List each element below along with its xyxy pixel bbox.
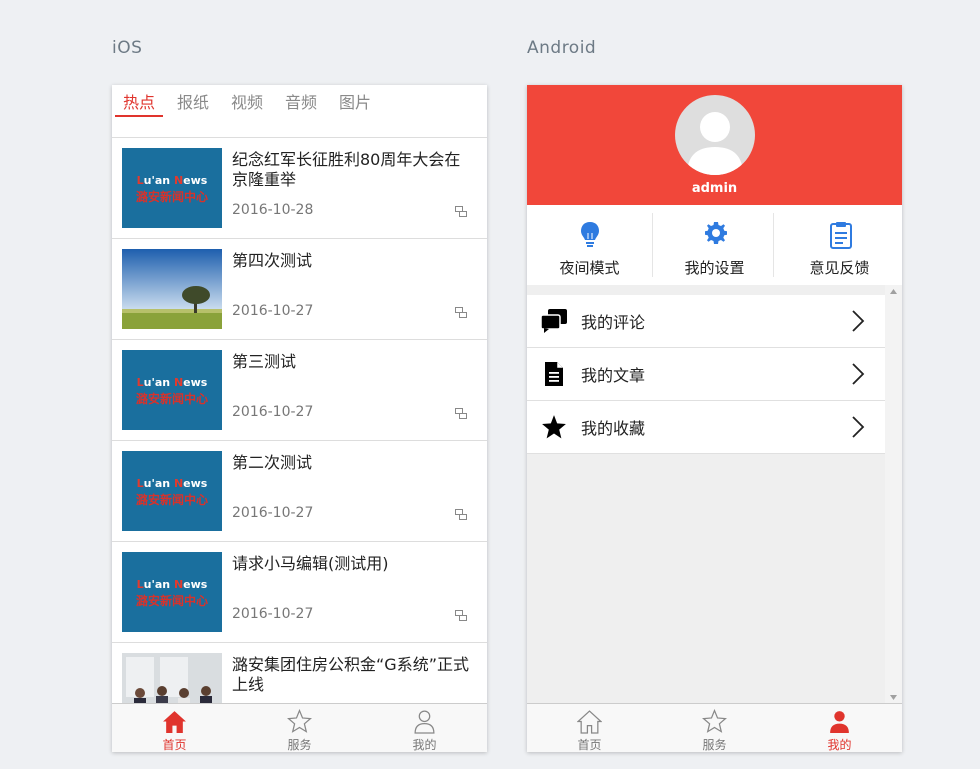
feedback-label: 意见反馈 [809,259,870,277]
divider [773,213,774,277]
ios-section-label: iOS [112,38,143,58]
bulb-icon [581,222,599,247]
news-date: 2016-10-27 [232,303,314,319]
copy-icon [455,509,467,520]
nav-mine-label: 我的 [827,738,852,752]
ios-bottom-nav: 首页 服务 我的 [112,703,487,752]
nav-mine[interactable]: 我的 [362,704,487,752]
copy-icon [455,307,467,318]
news-date: 2016-10-27 [232,505,314,521]
chevron-right-icon [852,310,865,332]
settings-label: 我的设置 [684,259,745,277]
nav-mine-label: 我的 [412,738,437,752]
news-item[interactable]: Lu'an News 潞安新闻中心 第二次测试 2016-10-27 [112,441,487,542]
home-icon [163,711,186,733]
star-icon [702,709,727,733]
android-bottom-nav: 首页 服务 我的 [527,703,902,752]
menu-item-label: 我的评论 [581,313,646,332]
person-icon [830,711,849,733]
logo-text-en: Lu'an News [136,578,208,591]
logo-text-cn: 潞安新闻中心 [135,594,208,608]
news-thumbnail: Lu'an News 潞安新闻中心 [122,350,222,430]
chevron-right-icon [852,416,865,438]
android-phone: admin 夜间模式 我的设置 意见反馈 我的评论 我的文章 我的收藏 首页 服… [527,85,902,752]
username: admin [691,181,738,196]
menu-item-comments[interactable]: 我的评论 [527,295,885,348]
nav-home[interactable]: 首页 [527,704,652,752]
logo-text-cn: 潞安新闻中心 [135,392,208,406]
news-title: 第三测试 [232,352,297,371]
tab-video[interactable]: 视频 [231,89,263,113]
copy-icon [455,206,467,217]
profile-header: admin [527,85,902,205]
scroll-up-icon[interactable] [890,289,897,294]
menu-item-articles[interactable]: 我的文章 [527,348,885,401]
logo-text-en: Lu'an News [136,376,208,389]
copy-icon [455,610,467,621]
chevron-right-icon [852,363,865,385]
settings-button[interactable]: 我的设置 [652,205,777,285]
nav-service-label: 服务 [702,738,727,752]
logo-text-cn: 潞安新闻中心 [135,190,208,204]
menu-item-label: 我的收藏 [581,419,646,438]
scroll-down-icon[interactable] [890,695,897,700]
news-thumbnail [122,249,222,329]
logo-text-en: Lu'an News [136,174,208,187]
news-date: 2016-10-28 [232,202,314,218]
news-title: 潞安集团住房公积金“G系统”正式上线 [232,655,469,694]
menu-item-label: 我的文章 [581,366,646,385]
document-icon [545,362,563,386]
news-title: 纪念红军长征胜利80周年大会在京隆重举 [232,150,461,189]
feedback-button[interactable]: 意见反馈 [777,205,902,285]
clipboard-icon [830,222,852,249]
gear-icon [705,222,727,244]
star-filled-icon [542,415,566,439]
tab-hot[interactable]: 热点 [123,89,155,113]
tab-newspaper[interactable]: 报纸 [177,89,209,113]
home-icon [577,710,602,734]
news-date: 2016-10-27 [232,404,314,420]
copy-icon [455,408,467,419]
ios-phone: 热点 报纸 视频 音频 图片 Lu'an News 潞安新闻中心 纪念红军长征胜… [112,85,487,752]
news-item[interactable]: 第四次测试 2016-10-27 [112,239,487,340]
scrollbar[interactable] [885,285,902,704]
news-title: 第二次测试 [232,453,313,472]
nav-service[interactable]: 服务 [652,704,777,752]
news-item[interactable]: Lu'an News 潞安新闻中心 纪念红军长征胜利80周年大会在京隆重举 20… [112,138,487,239]
news-date: 2016-10-27 [232,606,314,622]
news-title: 请求小马编辑(测试用) [232,554,389,573]
nav-home[interactable]: 首页 [112,704,237,752]
nav-home-label: 首页 [577,738,602,752]
android-section-label: Android [527,38,597,58]
menu-list: 我的评论 我的文章 我的收藏 [527,295,885,454]
quick-actions: 夜间模式 我的设置 意见反馈 [527,205,902,286]
menu-item-favorites[interactable]: 我的收藏 [527,401,885,454]
logo-text-en: Lu'an News [136,477,208,490]
tab-audio[interactable]: 音频 [285,89,317,113]
logo-text-cn: 潞安新闻中心 [135,493,208,507]
person-icon [414,710,435,734]
news-item[interactable]: Lu'an News 潞安新闻中心 请求小马编辑(测试用) 2016-10-27 [112,542,487,643]
nav-home-label: 首页 [162,738,187,752]
news-thumbnail: Lu'an News 潞安新闻中心 [122,148,222,228]
nav-mine[interactable]: 我的 [777,704,902,752]
night-mode-label: 夜间模式 [559,259,620,277]
content-area: 我的评论 我的文章 我的收藏 [527,285,902,704]
news-thumbnail: Lu'an News 潞安新闻中心 [122,552,222,632]
news-title: 第四次测试 [232,251,313,270]
nav-service-label: 服务 [287,738,312,752]
avatar[interactable] [675,95,755,175]
nav-service[interactable]: 服务 [237,704,362,752]
tab-pictures[interactable]: 图片 [339,89,371,113]
news-thumbnail: Lu'an News 潞安新闻中心 [122,451,222,531]
star-icon [287,709,312,733]
news-item[interactable]: Lu'an News 潞安新闻中心 第三测试 2016-10-27 [112,340,487,441]
night-mode-button[interactable]: 夜间模式 [527,205,652,285]
news-tab-bar: 热点 报纸 视频 音频 图片 [112,85,487,138]
active-tab-indicator [115,115,163,117]
comments-icon [540,309,567,333]
